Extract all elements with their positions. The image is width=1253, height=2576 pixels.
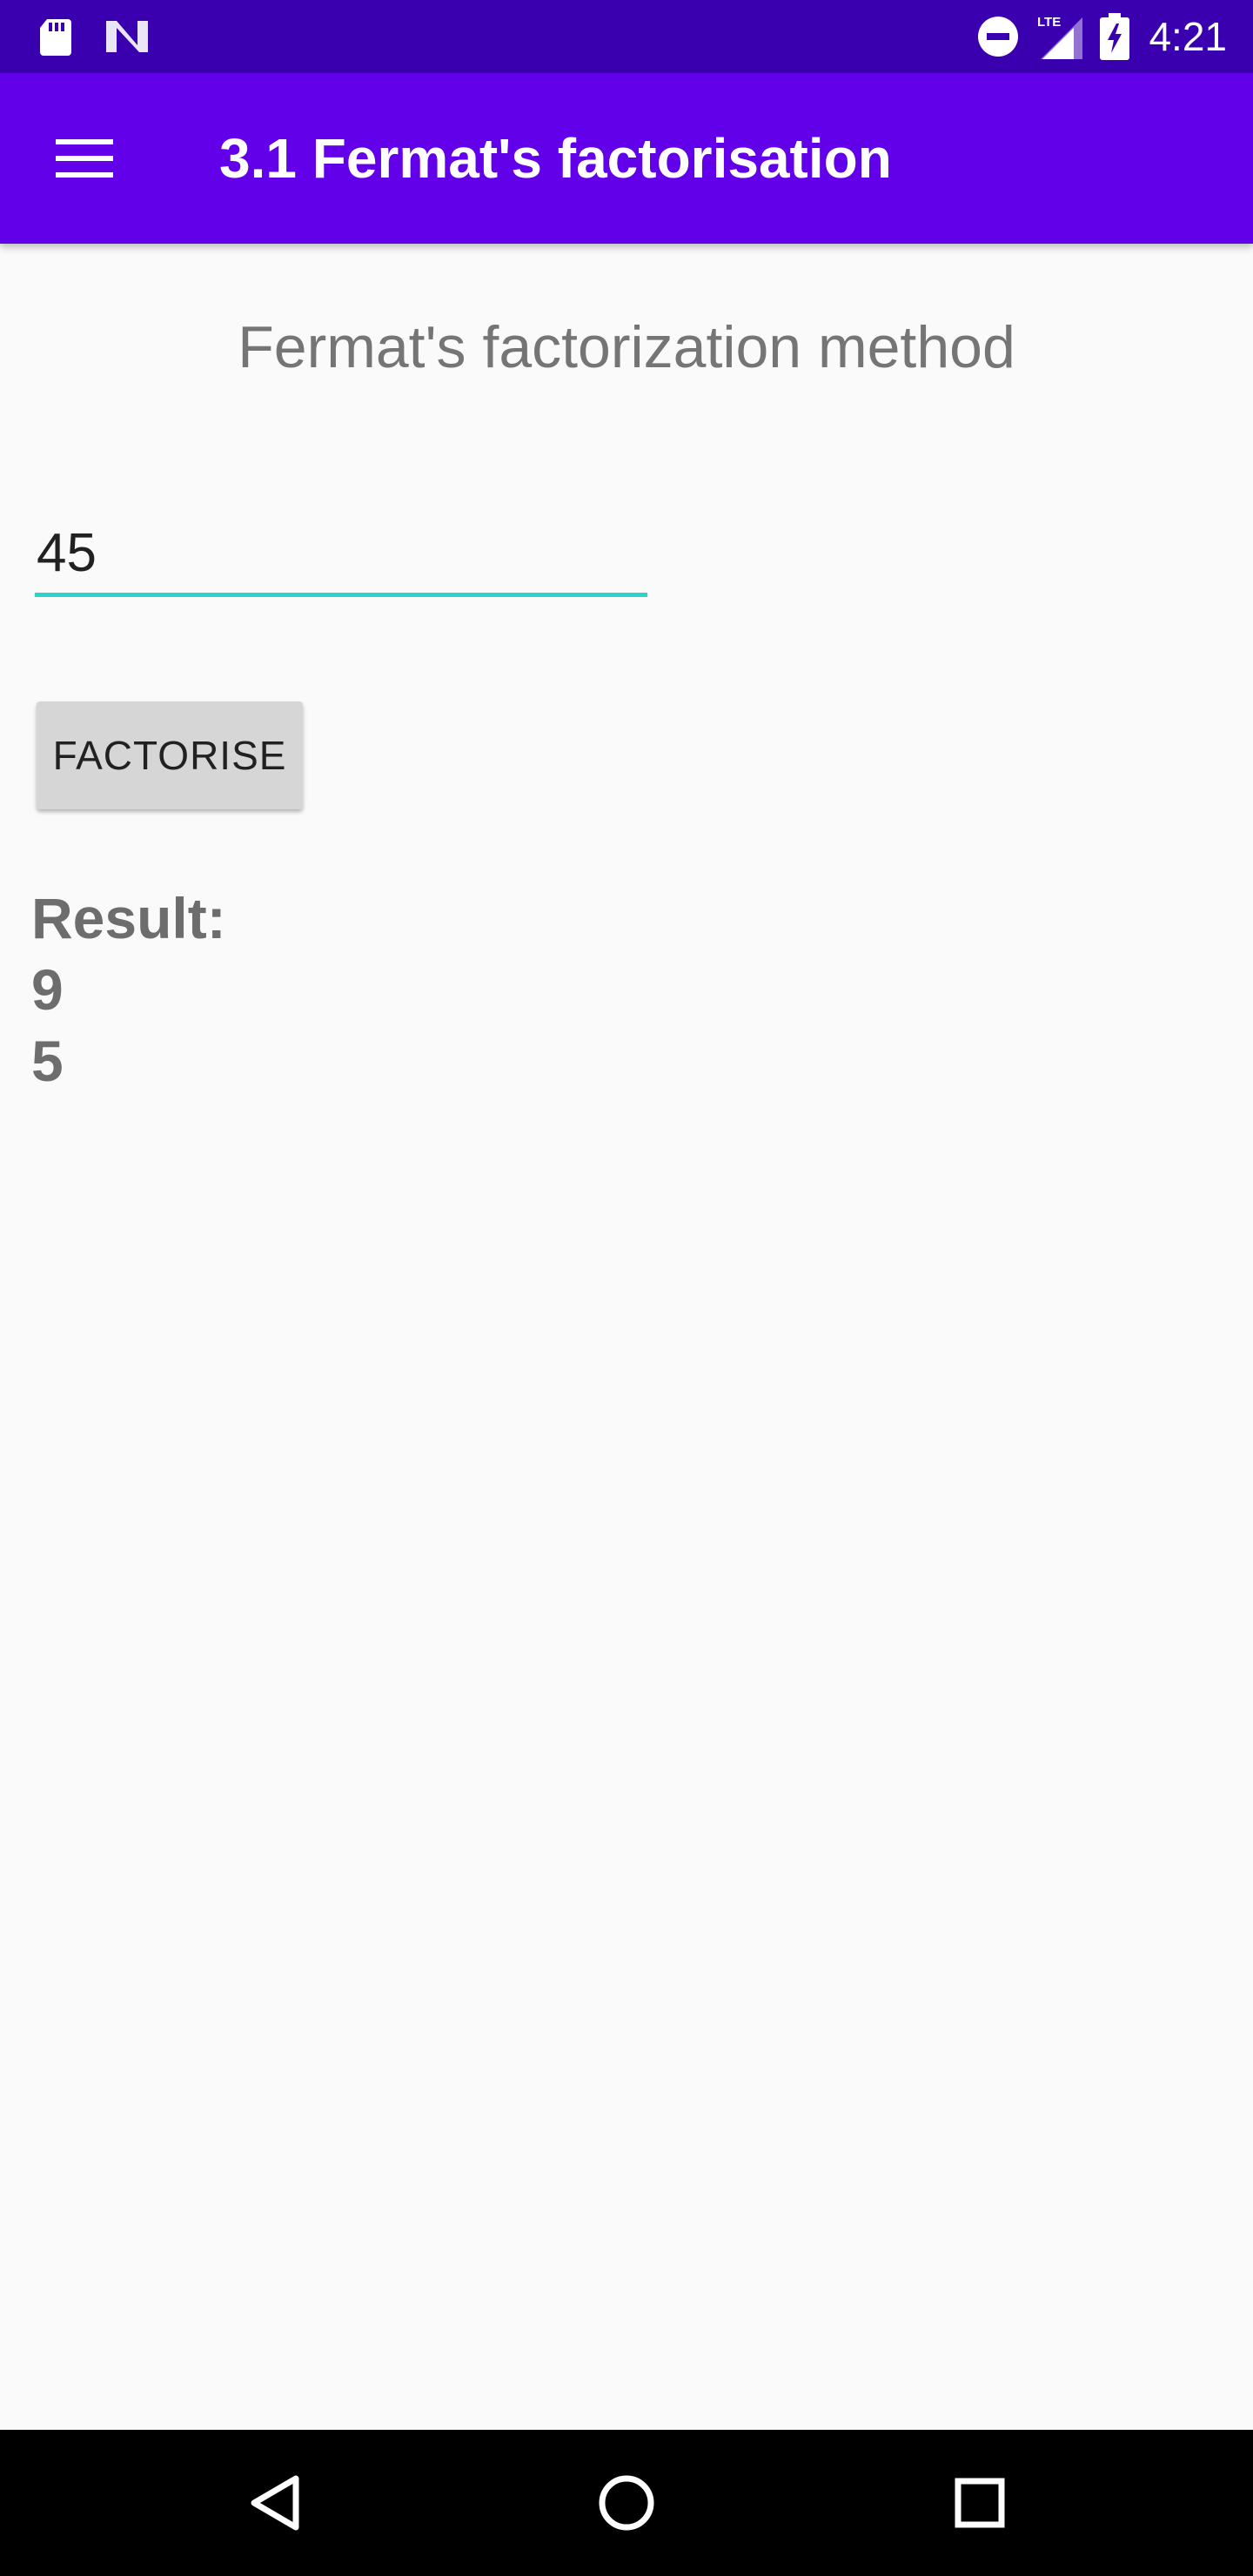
do-not-disturb-icon <box>976 15 1020 58</box>
status-time: 4:21 <box>1149 14 1227 59</box>
result-panel: Result: 9 5 <box>31 882 226 1097</box>
result-label: Result: <box>31 886 226 950</box>
status-bar: LTE 4:21 <box>0 0 1253 73</box>
number-input[interactable] <box>35 513 647 597</box>
app-bar: 3.1 Fermat's factorisation <box>0 73 1253 244</box>
menu-icon[interactable] <box>54 136 117 181</box>
sd-card-icon <box>35 16 77 57</box>
number-input-container <box>35 513 647 600</box>
n-logo-icon <box>103 16 148 57</box>
result-factor-2: 5 <box>31 1029 64 1093</box>
page-title: 3.1 Fermat's factorisation <box>219 127 892 190</box>
factorise-button[interactable]: FACTORISE <box>37 701 303 809</box>
method-heading: Fermat's factorization method <box>238 314 1015 380</box>
navigation-bar <box>0 2430 1253 2576</box>
home-icon[interactable] <box>592 2468 661 2538</box>
back-icon[interactable] <box>240 2468 310 2538</box>
recent-apps-icon[interactable] <box>945 2468 1015 2538</box>
lte-signal-icon: LTE <box>1035 12 1084 61</box>
lte-label: LTE <box>1037 15 1061 30</box>
battery-charging-icon <box>1100 13 1130 60</box>
result-factor-1: 9 <box>31 957 64 1022</box>
